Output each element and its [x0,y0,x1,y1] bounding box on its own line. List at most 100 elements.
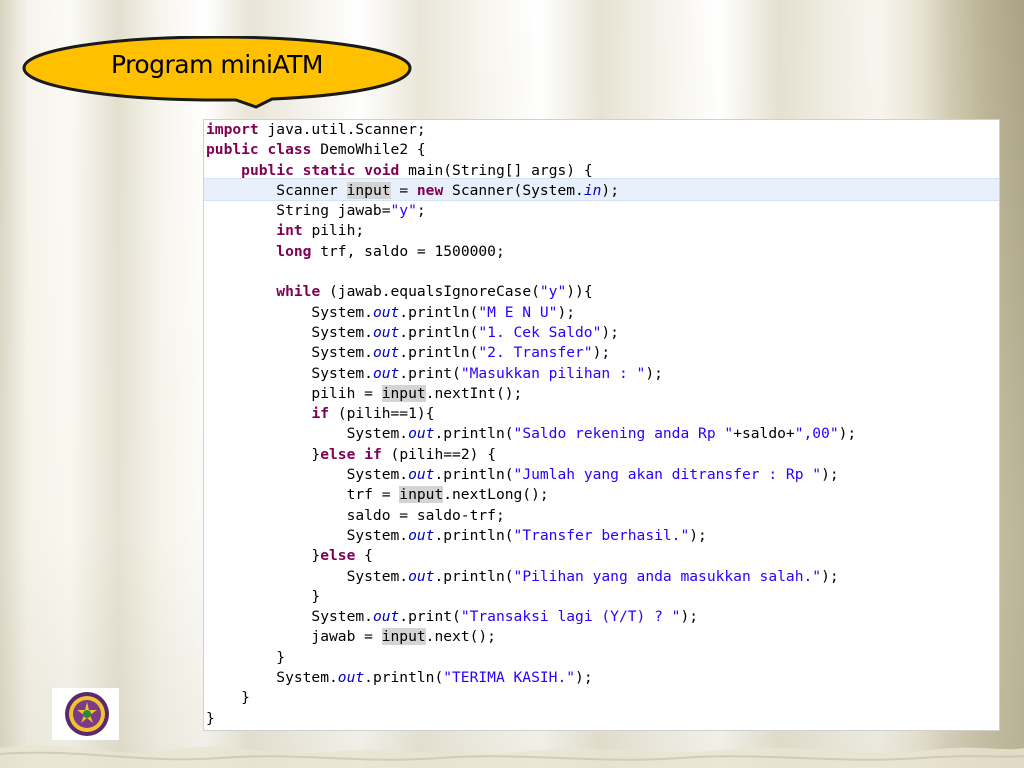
code-token: System. [206,669,338,687]
code-keyword: new [416,181,444,199]
code-line: jawab = input.next(); [206,627,856,647]
code-line: int pilih; [206,221,856,241]
code-line: } [206,688,856,708]
code-field: out [372,303,400,321]
source-code: import java.util.Scanner; public class De… [206,120,856,729]
code-token: ); [689,526,707,544]
code-field: out [337,669,365,687]
code-token: ); [592,344,611,362]
code-token: ; [416,202,426,220]
code-token: } [206,648,286,666]
code-keyword: int [276,222,303,240]
code-keyword: public [241,161,294,179]
slide-title: Program miniATM [110,50,324,79]
code-field: out [372,364,400,382]
code-token: { [355,547,373,565]
code-field: in [583,181,602,199]
code-line: System.out.println("Transfer berhasil.")… [206,526,856,546]
code-occurrence: input [346,181,391,199]
code-field: out [408,425,435,443]
code-token: System. [206,364,373,382]
code-token: .println( [364,669,444,687]
code-token: .println( [434,466,514,484]
code-line: long trf, saldo = 1500000; [206,242,856,262]
code-token: .println( [399,323,479,341]
code-token: .println( [434,567,514,585]
code-token: pilih = [206,384,382,402]
code-token: .next(); [425,628,496,646]
code-token: )){ [566,283,593,301]
code-token: ); [557,303,576,321]
code-string: "2. Transfer" [478,344,593,362]
code-token: } [206,709,215,727]
code-token: .nextLong(); [443,486,549,504]
code-token: System. [206,567,409,585]
code-token: DemoWhile2 { [311,141,426,159]
code-token: trf = [206,486,400,504]
code-occurrence: input [381,384,426,402]
code-keyword: while [276,283,321,301]
code-token: (pilih==2) { [381,445,496,463]
code-token: ); [838,425,857,443]
code-token: } [206,587,321,605]
code-string: "1. Cek Saldo" [478,323,602,341]
code-line: System.out.println("Jumlah yang akan dit… [206,465,856,485]
slide: Program miniATM import java.util.Scanner… [0,0,1024,768]
code-token: ); [575,669,593,687]
code-token: System. [206,425,409,443]
code-line: import java.util.Scanner; [206,120,856,140]
code-field: out [372,344,400,362]
code-keyword: class [267,141,312,159]
code-token: Scanner [206,181,347,199]
code-keyword: public [206,141,259,159]
code-token: } [206,547,321,565]
code-keyword: else [320,445,356,463]
code-line: System.out.println("2. Transfer"); [206,343,856,363]
code-keyword: import [206,121,259,138]
code-token: (jawab.equalsIgnoreCase( [320,283,540,301]
code-token: .println( [399,344,479,362]
code-field: out [408,466,435,484]
code-token: System. [206,526,409,544]
code-line: System.out.println("TERIMA KASIH."); [206,668,856,688]
code-line: } [206,648,856,668]
code-line: Scanner input = new Scanner(System.in); [206,181,856,201]
code-string: "M E N U" [478,303,558,321]
code-token: (pilih==1){ [329,405,435,423]
code-string: "y" [390,202,417,220]
code-token: pilih; [302,222,365,240]
code-token: System. [206,303,373,321]
code-token: .println( [434,425,514,443]
code-line: System.out.println("Pilihan yang anda ma… [206,567,856,587]
code-line: System.out.println("Saldo rekening anda … [206,424,857,444]
code-line: public static void main(String[] args) { [206,161,856,181]
emblem-graphic [65,692,109,736]
code-field: out [408,567,435,585]
code-line: trf = input.nextLong(); [206,485,856,505]
code-line: }else { [206,546,856,566]
code-string: "Transfer berhasil." [513,526,690,544]
code-line: public class DemoWhile2 { [206,140,856,160]
code-field: out [372,608,400,626]
code-token: .println( [434,526,514,544]
code-field: out [372,323,400,341]
code-editor[interactable]: import java.util.Scanner; public class De… [203,119,1000,731]
code-line: System.out.print("Transaksi lagi (Y/T) ?… [206,607,856,627]
code-line: if (pilih==1){ [206,404,856,424]
code-string: "y" [539,283,567,301]
code-token: ); [601,181,619,199]
code-token: ); [821,466,839,484]
code-occurrence: input [381,628,426,646]
code-token: Scanner(System. [443,181,584,199]
code-token: System. [206,344,373,362]
code-keyword: long [276,242,312,260]
code-token: trf, saldo = 1500000; [311,242,505,260]
code-token: ); [645,364,663,382]
code-string: "Pilihan yang anda masukkan salah." [513,567,822,585]
